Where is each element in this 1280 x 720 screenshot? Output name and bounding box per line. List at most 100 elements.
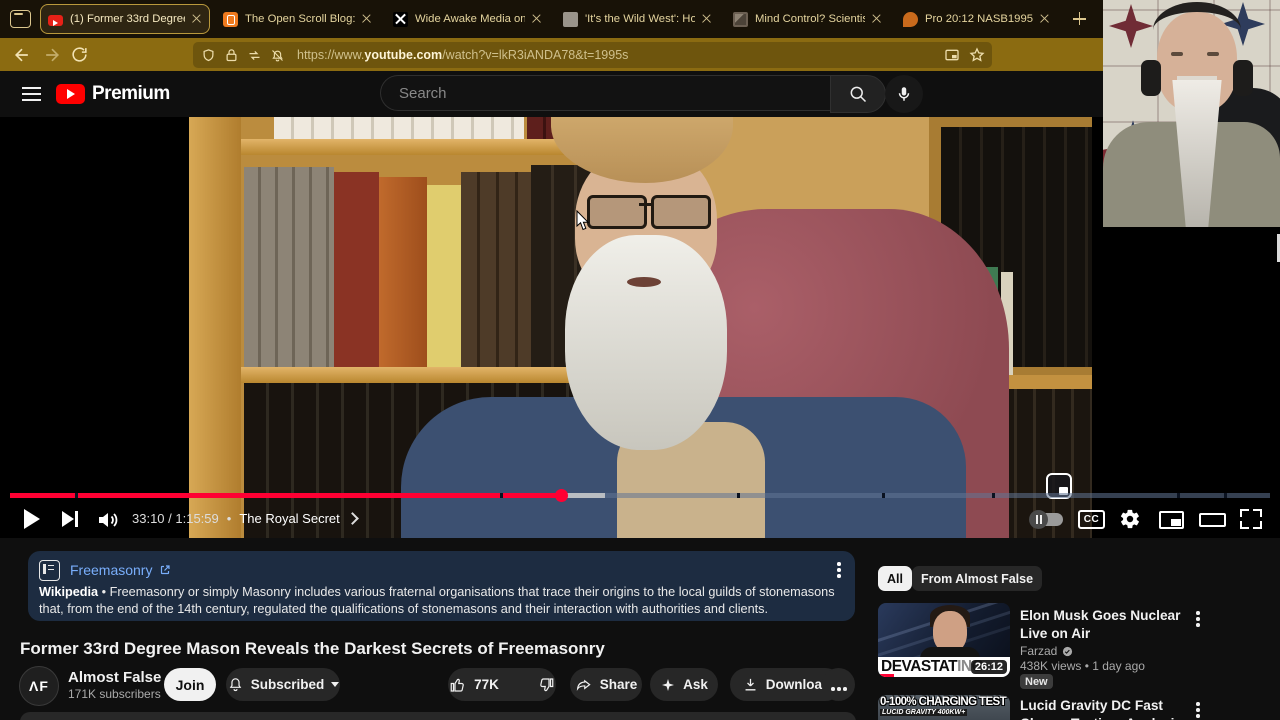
autoplay-toggle[interactable] [1029, 510, 1063, 529]
url-prefix: https://www. [297, 48, 365, 62]
permissions-icon[interactable] [247, 48, 262, 63]
info-text: Freemasonry or simply Masonry includes v… [39, 585, 835, 616]
tab-close-icon[interactable] [702, 14, 712, 24]
duration-badge: 26:12 [970, 660, 1007, 674]
ask-button[interactable]: Ask [650, 668, 718, 701]
chapter-chevron-icon[interactable] [345, 512, 359, 525]
mouse-cursor [576, 210, 591, 232]
tab-title: Pro 20:12 NASB1995;ESV - T [925, 13, 1033, 25]
blogger-favicon [223, 11, 238, 27]
tab-close-icon[interactable] [192, 14, 202, 24]
share-icon [575, 676, 593, 694]
microphone-icon [895, 85, 913, 103]
picture-in-picture-icon[interactable] [944, 47, 959, 62]
search-icon [848, 84, 868, 104]
subscribed-button[interactable]: Subscribed [226, 668, 340, 701]
shield-icon[interactable] [201, 48, 216, 63]
youtube-favicon [48, 14, 63, 26]
tab-title: Mind Control? Scientists Ha [755, 13, 865, 25]
recommended-title-2[interactable]: Lucid Gravity DC Fast Charge Testing, An… [1020, 697, 1188, 720]
tab-article[interactable]: 'It's the Wild West': How AI [555, 4, 720, 34]
lock-icon[interactable] [224, 48, 239, 63]
youtube-logo-icon[interactable] [56, 84, 85, 104]
search-input[interactable] [380, 75, 830, 111]
thumbnail-subcaption: LUCID GRAVITY 400KW+ [880, 709, 968, 716]
recommended-menu-icon-2[interactable] [1196, 701, 1200, 719]
next-button[interactable] [58, 500, 84, 538]
recommended-channel-1[interactable]: Farzad [1020, 644, 1073, 658]
notifications-blocked-icon[interactable] [270, 48, 285, 63]
image-favicon [733, 11, 748, 27]
recommended-menu-icon-1[interactable] [1196, 610, 1200, 628]
video-player[interactable]: ΛF 33:10 / 1:15:59 • The Royal Secret CC [0, 117, 1280, 538]
info-panel-menu-icon[interactable] [837, 561, 841, 579]
tab-x[interactable]: Wide Awake Media on X: "" [385, 4, 550, 34]
channel-avatar[interactable]: ΛF [19, 666, 59, 706]
url-path: /watch?v=lkR3iANDA78&t=1995s [442, 48, 629, 62]
thumbs-down-icon [537, 676, 555, 694]
ask-label: Ask [683, 677, 708, 692]
channel-name[interactable]: Almost False [68, 669, 161, 686]
page-favicon [563, 11, 578, 27]
reload-button[interactable] [70, 45, 90, 65]
recommended-thumbnail-2[interactable]: 0-100% CHARGING TEST LUCID GRAVITY 400KW… [878, 695, 1010, 720]
tab-close-icon[interactable] [1040, 14, 1050, 24]
recommended-meta-1: 438K views • 1 day ago [1020, 659, 1145, 673]
dislike-button[interactable] [525, 668, 567, 701]
volume-button[interactable] [96, 508, 120, 538]
info-panel-description: Wikipedia • Freemasonry or simply Masonr… [39, 584, 839, 617]
tab-mindcontrol[interactable]: Mind Control? Scientists Ha [725, 4, 890, 34]
browser-tab-strip: (1) Former 33rd Degree Mas The Open Scro… [0, 0, 1280, 38]
fullscreen-icon[interactable] [1240, 509, 1262, 529]
tab-bible[interactable]: Pro 20:12 NASB1995;ESV - T [895, 4, 1058, 34]
new-badge: New [1020, 674, 1053, 689]
screen: (1) Former 33rd Degree Mas The Open Scro… [0, 0, 1280, 720]
thumbs-up-icon [449, 676, 467, 694]
chevron-down-icon [331, 682, 340, 687]
tab-close-icon[interactable] [362, 14, 372, 24]
description-box[interactable] [20, 712, 856, 720]
back-button[interactable] [12, 45, 32, 65]
download-label: Download [765, 677, 831, 692]
bible-favicon [903, 11, 918, 27]
recommended-title-1[interactable]: Elon Musk Goes Nuclear Live on Air [1020, 607, 1188, 643]
search-button[interactable] [830, 75, 886, 113]
share-label: Share [599, 677, 638, 692]
play-button[interactable] [20, 500, 46, 538]
thumbnail-caption: 0-100% CHARGING TEST [880, 696, 1007, 708]
progress-bar[interactable] [10, 489, 1270, 502]
voice-search-button[interactable] [885, 75, 923, 113]
tab-close-icon[interactable] [532, 14, 542, 24]
chapter-button[interactable]: The Royal Secret [239, 511, 339, 526]
played-bar [10, 493, 562, 498]
filter-chip-channel[interactable]: From Almost False [912, 566, 1043, 591]
ellipsis-icon [830, 687, 848, 691]
scrubber-handle[interactable] [555, 489, 568, 502]
recommended-thumbnail-1[interactable]: DEVASTATING 26:12 [878, 603, 1010, 677]
youtube-premium-logo[interactable]: Premium [92, 83, 170, 105]
bookmark-star-icon[interactable] [969, 47, 985, 62]
time-display: 33:10 / 1:15:59 [132, 511, 219, 526]
address-bar[interactable]: https://www.youtube.com/watch?v=lkR3iAND… [193, 42, 992, 68]
theater-mode-icon[interactable] [1199, 513, 1226, 527]
tab-blog[interactable]: The Open Scroll Blog: Series [215, 4, 380, 34]
like-button[interactable]: 77K [437, 668, 511, 701]
subscriber-count: 171K subscribers [68, 687, 161, 701]
share-button[interactable]: Share [570, 668, 642, 701]
miniplayer-icon[interactable] [1159, 511, 1184, 529]
new-tab-button[interactable] [1070, 9, 1090, 29]
tab-title: 'It's the Wild West': How AI [585, 13, 695, 25]
tab-youtube[interactable]: (1) Former 33rd Degree Mas [40, 4, 210, 34]
forward-button[interactable] [42, 45, 62, 65]
captions-button[interactable]: CC [1078, 510, 1105, 529]
wikipedia-link[interactable]: Freemasonry [70, 562, 171, 578]
x-favicon [393, 11, 408, 27]
tab-close-icon[interactable] [872, 14, 882, 24]
settings-gear-icon[interactable] [1119, 508, 1141, 530]
menu-icon[interactable] [22, 87, 41, 101]
webcam-overlay [1103, 0, 1280, 233]
filter-chip-all[interactable]: All [878, 566, 912, 591]
more-actions-button[interactable] [822, 668, 855, 701]
firefox-view-icon[interactable] [10, 10, 31, 28]
join-button[interactable]: Join [164, 668, 216, 701]
